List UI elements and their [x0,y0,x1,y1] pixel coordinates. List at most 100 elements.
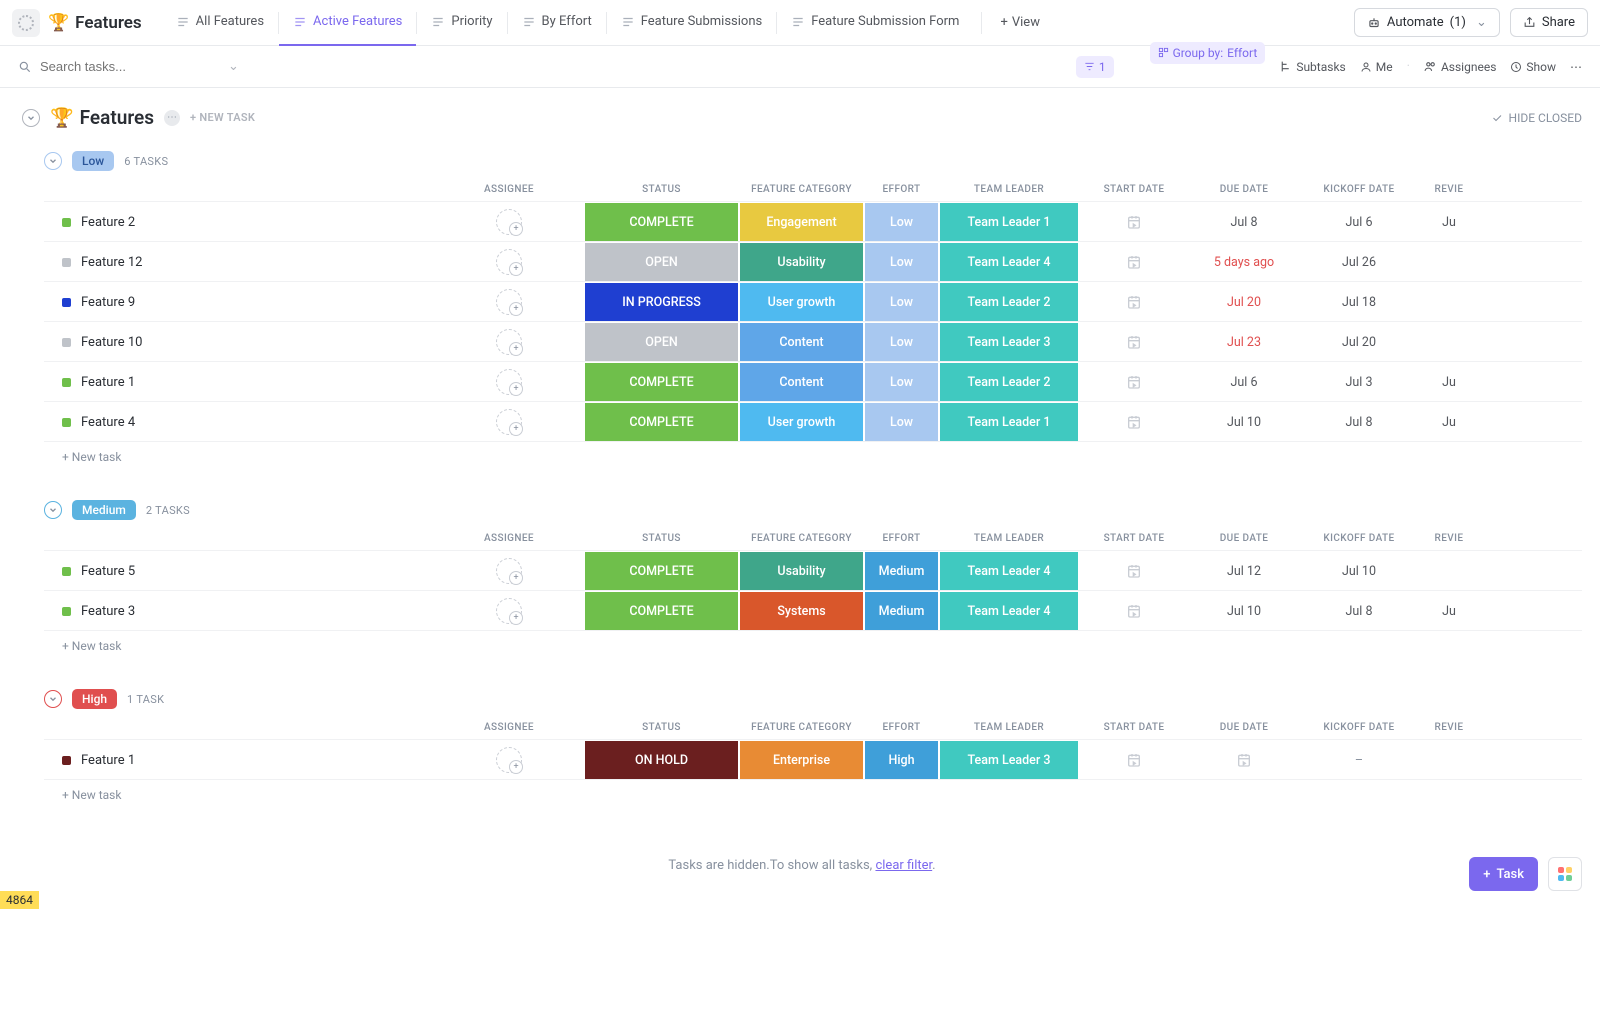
col-due[interactable]: DUE DATE [1189,533,1299,544]
apps-fab[interactable] [1548,857,1582,891]
col-start[interactable]: START DATE [1079,184,1189,195]
start-date-empty[interactable] [1079,563,1189,579]
add-view-button[interactable]: + View [990,15,1050,30]
status-badge[interactable]: COMPLETE [585,592,738,630]
status-dot[interactable] [62,338,71,347]
effort-badge[interactable]: Low [865,243,938,281]
automate-button[interactable]: Automate (1) ⌄ [1354,8,1500,37]
hide-closed-button[interactable]: HIDE CLOSED [1491,111,1582,125]
assignee-cell[interactable] [434,409,584,435]
category-badge[interactable]: User growth [740,283,863,321]
leader-badge[interactable]: Team Leader 1 [940,403,1078,441]
start-date-empty[interactable] [1079,752,1189,768]
start-date-empty[interactable] [1079,374,1189,390]
col-category[interactable]: FEATURE CATEGORY [739,533,864,544]
due-date[interactable]: Jul 23 [1189,335,1299,350]
status-badge[interactable]: ON HOLD [585,741,738,779]
assignee-cell[interactable] [434,558,584,584]
kickoff-date[interactable]: Jul 20 [1299,335,1419,350]
leader-badge[interactable]: Team Leader 2 [940,283,1078,321]
assignee-cell[interactable] [434,249,584,275]
assignees-button[interactable]: Assignees [1424,60,1496,74]
status-dot[interactable] [62,218,71,227]
assignee-cell[interactable] [434,289,584,315]
task-name[interactable]: Feature 2 [81,215,135,230]
task-name[interactable]: Feature 4 [81,415,135,430]
effort-badge[interactable]: Low [865,363,938,401]
group-collapse-toggle[interactable] [44,152,62,170]
kickoff-date[interactable]: – [1299,753,1419,768]
group-by-pill[interactable]: Group by: Effort [1150,42,1266,64]
due-date[interactable]: Jul 8 [1189,215,1299,230]
col-kickoff[interactable]: KICKOFF DATE [1299,722,1419,733]
col-review[interactable]: REVIE [1419,533,1479,544]
assignee-cell[interactable] [434,598,584,624]
tab-feature-submissions[interactable]: Feature Submissions [607,0,776,46]
status-badge[interactable]: OPEN [585,323,738,361]
new-task-row[interactable]: + New task [44,441,1582,472]
due-date[interactable]: Jul 6 [1189,375,1299,390]
assignee-cell[interactable] [434,747,584,773]
search-input[interactable] [40,59,220,74]
assignee-cell[interactable] [434,329,584,355]
new-task-fab[interactable]: + Task [1469,857,1538,891]
subtasks-button[interactable]: Subtasks [1279,60,1345,74]
task-name[interactable]: Feature 10 [81,335,142,350]
col-effort[interactable]: EFFORT [864,533,939,544]
me-button[interactable]: Me [1360,60,1393,74]
task-name[interactable]: Feature 1 [81,375,135,390]
status-dot[interactable] [62,567,71,576]
leader-badge[interactable]: Team Leader 1 [940,203,1078,241]
start-date-empty[interactable] [1079,603,1189,619]
col-status[interactable]: STATUS [584,533,739,544]
tab-all-features[interactable]: All Features [162,0,278,46]
group-collapse-toggle[interactable] [44,690,62,708]
due-date[interactable]: Jul 20 [1189,295,1299,310]
new-task-row[interactable]: + New task [44,779,1582,810]
review-date[interactable]: Ju [1419,215,1479,230]
status-badge[interactable]: IN PROGRESS [585,283,738,321]
col-leader[interactable]: TEAM LEADER [939,722,1079,733]
info-icon[interactable]: ⋯ [164,110,180,126]
leader-badge[interactable]: Team Leader 3 [940,323,1078,361]
leader-badge[interactable]: Team Leader 2 [940,363,1078,401]
leader-badge[interactable]: Team Leader 3 [940,741,1078,779]
col-status[interactable]: STATUS [584,722,739,733]
kickoff-date[interactable]: Jul 26 [1299,255,1419,270]
start-date-empty[interactable] [1079,334,1189,350]
start-date-empty[interactable] [1079,414,1189,430]
leader-badge[interactable]: Team Leader 4 [940,552,1078,590]
col-category[interactable]: FEATURE CATEGORY [739,722,864,733]
col-start[interactable]: START DATE [1079,533,1189,544]
category-badge[interactable]: Systems [740,592,863,630]
start-date-empty[interactable] [1079,294,1189,310]
group-collapse-toggle[interactable] [44,501,62,519]
col-category[interactable]: FEATURE CATEGORY [739,184,864,195]
effort-badge[interactable]: Medium [865,592,938,630]
group-pill[interactable]: Low [72,151,114,171]
task-row[interactable]: Feature 10 OPEN Content Low Team Leader … [44,321,1582,361]
effort-badge[interactable]: Medium [865,552,938,590]
effort-badge[interactable]: Low [865,323,938,361]
status-badge[interactable]: COMPLETE [585,552,738,590]
tab-by-effort[interactable]: By Effort [508,0,606,46]
status-badge[interactable]: COMPLETE [585,363,738,401]
kickoff-date[interactable]: Jul 8 [1299,604,1419,619]
kickoff-date[interactable]: Jul 3 [1299,375,1419,390]
kickoff-date[interactable]: Jul 10 [1299,564,1419,579]
col-start[interactable]: START DATE [1079,722,1189,733]
effort-badge[interactable]: Low [865,403,938,441]
start-date-empty[interactable] [1079,254,1189,270]
status-badge[interactable]: OPEN [585,243,738,281]
group-pill[interactable]: High [72,689,117,709]
col-review[interactable]: REVIE [1419,722,1479,733]
task-row[interactable]: Feature 1 ON HOLD Enterprise High Team L… [44,739,1582,779]
col-status[interactable]: STATUS [584,184,739,195]
due-date[interactable]: Jul 10 [1189,415,1299,430]
assignee-cell[interactable] [434,209,584,235]
start-date-empty[interactable] [1079,214,1189,230]
col-kickoff[interactable]: KICKOFF DATE [1299,533,1419,544]
status-dot[interactable] [62,756,71,765]
tab-active-features[interactable]: Active Features [279,0,416,46]
status-dot[interactable] [62,607,71,616]
